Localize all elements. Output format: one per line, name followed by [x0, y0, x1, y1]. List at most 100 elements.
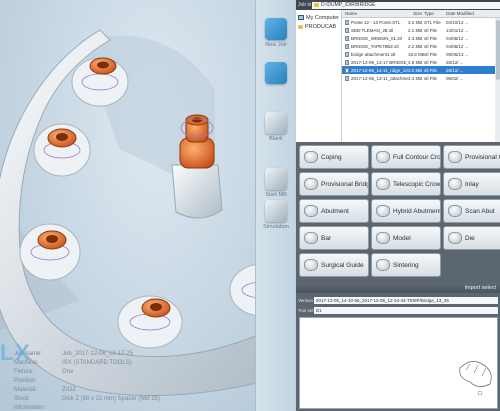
version-field[interactable]: 2017-12-05_14-10-56_2017-12-05_12-34-44-… [314, 297, 498, 304]
indication-label: Telescopic Crown [393, 180, 441, 188]
file-row[interactable]: Ponte 12 - 13 Ponte.STL 3.2 MB STL File 04/… [342, 18, 500, 26]
inlay-icon [448, 178, 462, 190]
job-info-value: ISX (STANDARD TOOLS) [62, 360, 132, 366]
file-icon [345, 67, 349, 73]
right-panel: Job in D:\DUMP_\DIR\BRIDGE My Computer PR… [296, 0, 500, 411]
job-info-row: Position: [14, 377, 254, 386]
die-icon [448, 232, 462, 244]
file-row[interactable]: 2017-12-05_13-11_attachment.stl3.4 MBstl… [342, 74, 500, 82]
3d-viewport[interactable]: L X Job name: Job_2017-12-06_13-17-25 Mach… [0, 0, 255, 411]
file-row[interactable]: bridge attachment1.stl 16.8 MB stl File 05/… [342, 50, 500, 58]
toolset-row: Tool set D1 [296, 306, 500, 315]
coping-icon [304, 151, 318, 163]
indication-label: Scan Abut [465, 207, 495, 215]
scan-icon [265, 62, 287, 84]
start-mill-icon [265, 168, 287, 190]
model-icon [376, 232, 390, 244]
bar-button[interactable]: Bar [299, 226, 369, 250]
folder-icon [298, 24, 303, 29]
indication-label: Hybrid Abutment [393, 207, 441, 215]
file-icon [345, 27, 349, 33]
inlay-button[interactable]: Inlay [443, 172, 500, 196]
path-input[interactable]: D:\DUMP_\DIR\BRIDGE [312, 1, 500, 9]
indication-label: Abutment [321, 207, 349, 215]
file-date-cell: 04/08/12 ... [446, 35, 469, 41]
file-row[interactable]: 2017-12-05_13-17 BRIDGE_3.stl4.8 MBstl F… [342, 58, 500, 66]
file-name: Ponte 12 - 13 Ponte.STL [351, 19, 401, 25]
job-info-row: Fixture: One [14, 368, 254, 377]
file-row[interactable]: BRIDGE_WEBSIN_01.stl 2.3 MB stl File 04/08/… [342, 34, 500, 42]
file-type-cell: STL File [424, 19, 441, 25]
surgical-guide-icon [304, 259, 318, 271]
hybrid-abutment-icon [376, 205, 390, 217]
model-button[interactable]: Model [371, 226, 441, 250]
scrollbar-thumb[interactable] [496, 20, 500, 80]
file-browser: My Computer PRODUCAB Name Size Type Date … [296, 10, 500, 142]
job-info-key: Job name: [14, 351, 43, 357]
die-button[interactable]: Die [443, 226, 500, 250]
indication-label: Sintering [393, 261, 419, 269]
file-name: 2017-12-05_14-11_ridge_13_25.stl [351, 67, 408, 73]
path-label: Job in [298, 2, 312, 8]
file-icon [345, 35, 349, 41]
file-type-cell: stl File [424, 51, 438, 57]
computer-icon [298, 15, 304, 20]
tool-button-start-mill[interactable]: Start Mill [259, 168, 293, 198]
tool-label: New Job [265, 42, 287, 48]
tree-item[interactable]: PRODUCAB [298, 22, 339, 31]
file-icon [345, 51, 349, 57]
job-info-key: Stock information: [14, 396, 46, 411]
tool-button-blank[interactable]: Blank [259, 112, 293, 142]
file-icon [345, 75, 349, 81]
file-row[interactable]: BRIDGE_TAPE78BZ.stl 2.2 MB stl File 04/08/1… [342, 42, 500, 50]
file-list-scrollbar[interactable] [495, 18, 500, 142]
column-name[interactable]: Name [342, 11, 408, 16]
file-name-cell: 2017-12-05_14-11_ridge_13_25.stl [342, 67, 408, 73]
tree-item[interactable]: My Computer [298, 13, 339, 22]
file-size-cell: 3.2 MB [408, 19, 423, 25]
column-size[interactable]: Size [408, 11, 424, 16]
file-row[interactable]: 2017-12-05_14-11_ridge_13_25.stl3.0 MBst… [342, 66, 500, 74]
model-preview[interactable] [299, 317, 498, 409]
telescopic-crown-button[interactable]: Telescopic Crown [371, 172, 441, 196]
file-date-cell: 14/01/12 ... [446, 27, 469, 33]
file-name: 2017-12-05_13-11_attachment.stl [351, 75, 408, 81]
file-type-cell: stl File [424, 27, 438, 33]
provisional-bridge-button[interactable]: Provisional Bridge [299, 172, 369, 196]
tree-item-label: PRODUCAB [305, 23, 337, 30]
new-job-icon [265, 18, 287, 40]
path-value: D:\DUMP_\DIR\BRIDGE [321, 1, 376, 8]
tool-button-simulation[interactable]: Simulation [259, 200, 293, 230]
abutment-button[interactable]: Abutment [299, 199, 369, 223]
job-info-row: Job name: Job_2017-12-06_13-17-25 [14, 350, 254, 359]
provisional-crown-button[interactable]: Provisional C [443, 145, 500, 169]
surgical-guide-button[interactable]: Surgical Guide [299, 253, 369, 277]
job-info-value: Job_2017-12-06_13-17-25 [62, 351, 134, 357]
tool-label: Blank [269, 136, 283, 142]
scan-abutment-button[interactable]: Scan Abut [443, 199, 500, 223]
full-contour-crown-button[interactable]: Full Contour Crown [371, 145, 441, 169]
file-size-cell: 16.8 MB [408, 51, 424, 57]
file-row[interactable]: SEB-TLEMAN_JB.stl 2.1 MB stl File 14/01/12 … [342, 26, 500, 34]
hybrid-abutment-button[interactable]: Hybrid Abutment [371, 199, 441, 223]
job-info-value: One [62, 369, 74, 375]
toolset-field[interactable]: D1 [314, 307, 498, 314]
file-date-cell: 04/10/12 ... [446, 19, 469, 25]
sintering-button[interactable]: Sintering [371, 253, 441, 277]
file-size-cell: 4.8 MB [408, 59, 423, 65]
file-date-cell: 05/06/13 ... [446, 51, 469, 57]
file-name: BRIDGE_TAPE78BZ.stl [351, 43, 399, 49]
coping-button[interactable]: Coping [299, 145, 369, 169]
file-type-cell: stl File [424, 35, 438, 41]
file-type-cell: stl File [424, 67, 438, 73]
telescopic-crown-icon [376, 178, 390, 190]
tool-button-new-job[interactable]: New Job [259, 18, 293, 48]
column-date[interactable]: Date Modified [446, 11, 500, 16]
file-name-cell: bridge attachment1.stl [342, 51, 408, 57]
file-name-cell: BRIDGE_TAPE78BZ.stl [342, 43, 408, 49]
full-contour-crown-icon [376, 151, 390, 163]
job-info-value: Disk Z (98 x 22 mm) Spacer (NM 25) [62, 396, 161, 402]
column-type[interactable]: Type [424, 11, 446, 16]
tool-button-scan[interactable] [259, 62, 293, 86]
job-info-row: Stock information: Disk Z (98 x 22 mm) Sp… [14, 395, 254, 411]
